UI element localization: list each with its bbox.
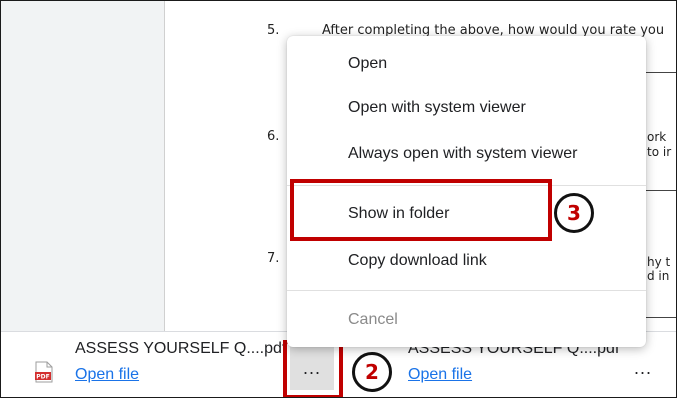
question-text-fragment: to ir [647,145,672,159]
menu-item-open[interactable]: Open [287,42,646,86]
menu-separator [287,290,646,291]
question-text-fragment: ork [647,130,667,144]
download-filename: ASSESS YOURSELF Q....pdf [75,340,287,357]
answer-line [645,190,676,191]
question-number: 5. [267,23,280,38]
question-number: 6. [267,129,280,144]
answer-line [645,72,676,73]
svg-text:PDF: PDF [36,374,49,381]
screenshot-frame: 5. After completing the above, how would… [0,0,677,398]
highlight-more-button [283,340,343,397]
answer-line [645,317,676,318]
menu-item-cancel: Cancel [348,311,398,328]
document-viewer-margin [1,1,164,331]
more-horizontal-icon: ... [633,357,652,378]
open-file-link[interactable]: Open file [408,366,472,384]
step-3-callout: 3 [554,193,594,233]
menu-item-open-with-system-viewer[interactable]: Open with system viewer [287,86,646,130]
menu-item-copy-download-link[interactable]: Copy download link [287,239,646,283]
download-more-options-button[interactable]: ... [621,346,665,390]
menu-item-always-open-with-system-viewer[interactable]: Always open with system viewer [287,132,646,176]
question-text-fragment: d in [647,269,670,283]
question-number: 7. [267,251,280,266]
step-2-callout: 2 [352,352,392,392]
open-file-link[interactable]: Open file [75,366,139,384]
highlight-show-in-folder [290,179,552,241]
pdf-file-icon: PDF [35,361,53,383]
